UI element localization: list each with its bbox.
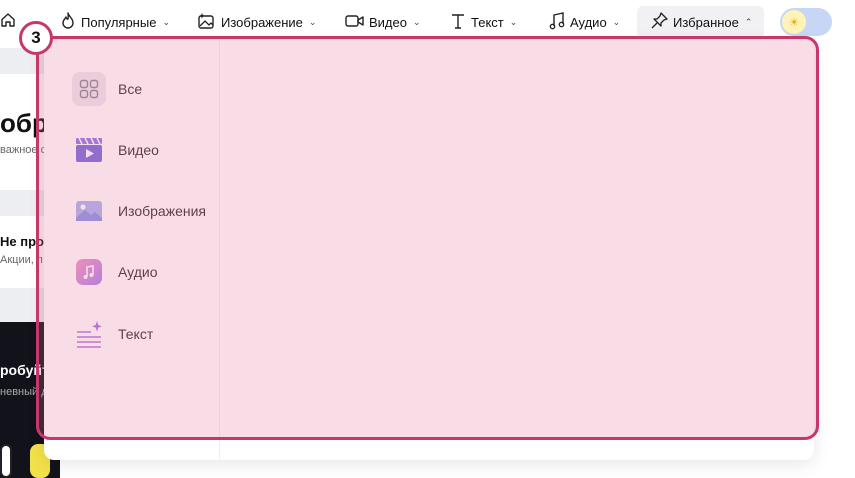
- sun-icon: ☀: [782, 10, 806, 34]
- chevron-down-icon: ⌄: [308, 16, 317, 27]
- annotation-highlight: [36, 36, 819, 440]
- nav-video[interactable]: Видео ⌄: [345, 6, 421, 38]
- nav-favorites-label: Избранное: [673, 14, 739, 30]
- image-sparkle-icon: [197, 12, 216, 33]
- bottom-chip: [0, 444, 12, 478]
- home-icon[interactable]: [0, 12, 16, 33]
- fire-icon: [60, 11, 76, 33]
- chevron-down-icon: ⌄: [412, 16, 421, 27]
- nav-popular-label: Популярные: [81, 14, 157, 30]
- chevron-down-icon: ⌄: [509, 16, 518, 27]
- chevron-up-icon: ⌃: [744, 16, 753, 27]
- nav-video-label: Видео: [369, 14, 407, 30]
- annotation-number-badge: 3: [19, 21, 53, 55]
- nav-popular[interactable]: Популярные ⌄: [60, 6, 170, 38]
- nav-text-label: Текст: [471, 14, 504, 30]
- nav-audio[interactable]: Аудио ⌄: [549, 6, 620, 38]
- theme-toggle[interactable]: ☀: [780, 8, 832, 36]
- page: обро важное с Не прог Акции, п робуйт не…: [0, 0, 855, 478]
- video-camera-icon: [345, 14, 364, 31]
- pin-icon: [651, 12, 668, 32]
- nav-image-label: Изображение: [221, 14, 303, 30]
- nav-text[interactable]: Текст ⌄: [450, 6, 517, 38]
- chevron-down-icon: ⌄: [162, 16, 170, 27]
- nav-favorites[interactable]: Избранное ⌃: [637, 6, 765, 38]
- music-note-icon: [549, 11, 565, 33]
- nav-image[interactable]: Изображение ⌄: [197, 6, 316, 38]
- chevron-down-icon: ⌄: [612, 16, 621, 27]
- nav-audio-label: Аудио: [570, 14, 607, 30]
- text-t-icon: [450, 13, 466, 32]
